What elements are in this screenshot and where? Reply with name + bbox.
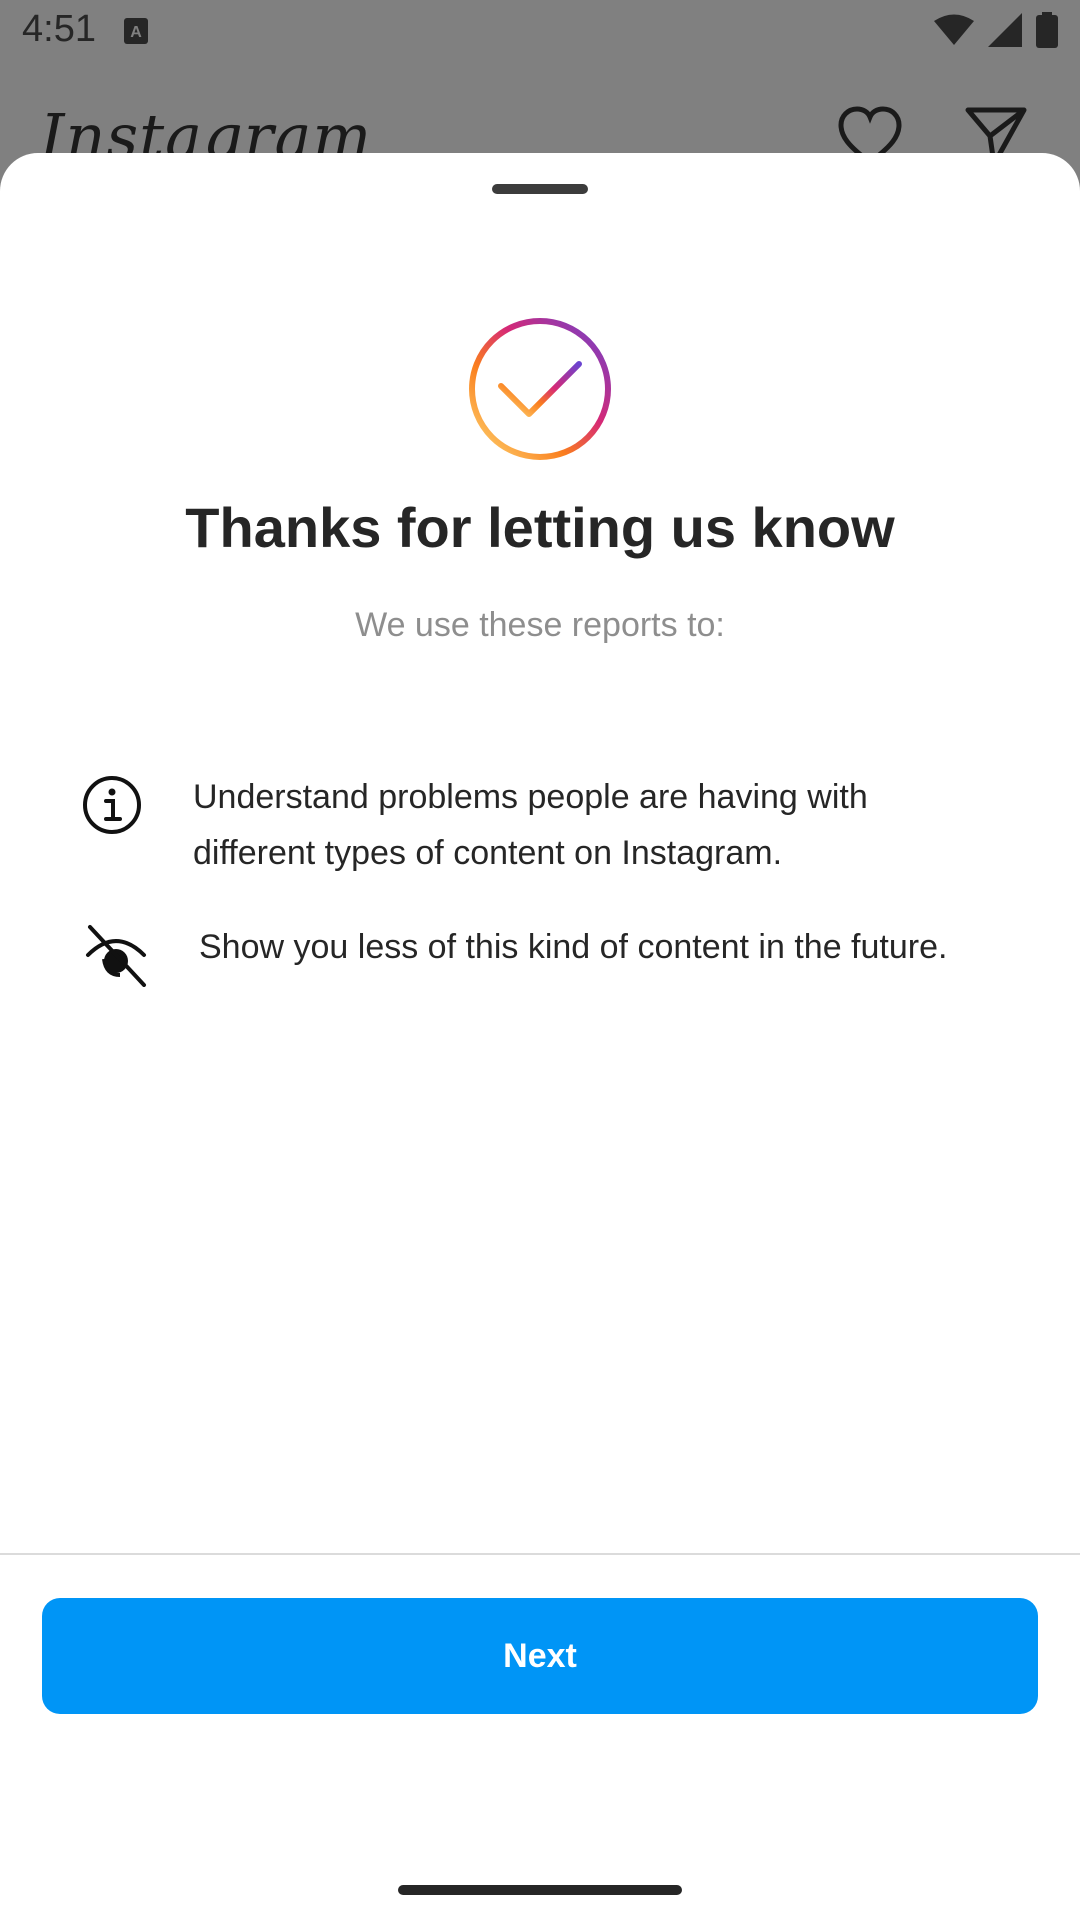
status-time: 4:51 bbox=[22, 8, 96, 50]
reason-text: Understand problems people are having wi… bbox=[193, 778, 868, 872]
eye-off-icon bbox=[86, 925, 146, 987]
status-icons bbox=[934, 12, 1058, 48]
drag-handle[interactable] bbox=[492, 184, 588, 194]
battery-icon bbox=[1036, 12, 1058, 48]
report-confirmation-sheet: Thanks for letting us know We use these … bbox=[0, 153, 1080, 1920]
next-button[interactable]: Next bbox=[42, 1598, 1038, 1714]
keyboard-a-icon: A bbox=[124, 18, 148, 44]
page-title: Thanks for letting us know bbox=[185, 496, 895, 559]
svg-text:A: A bbox=[130, 24, 142, 41]
reason-text: Show you less of this kind of content in… bbox=[199, 928, 948, 966]
info-icon bbox=[83, 776, 141, 834]
page-subtitle: We use these reports to: bbox=[355, 606, 725, 644]
background-app-header: Instagram bbox=[0, 64, 1080, 173]
checkmark-circle-icon bbox=[469, 318, 611, 460]
status-bar: 4:51 A bbox=[0, 0, 1080, 64]
home-indicator[interactable] bbox=[398, 1885, 682, 1895]
signal-icon bbox=[988, 13, 1022, 47]
wifi-icon bbox=[934, 14, 974, 45]
divider bbox=[0, 1553, 1080, 1555]
